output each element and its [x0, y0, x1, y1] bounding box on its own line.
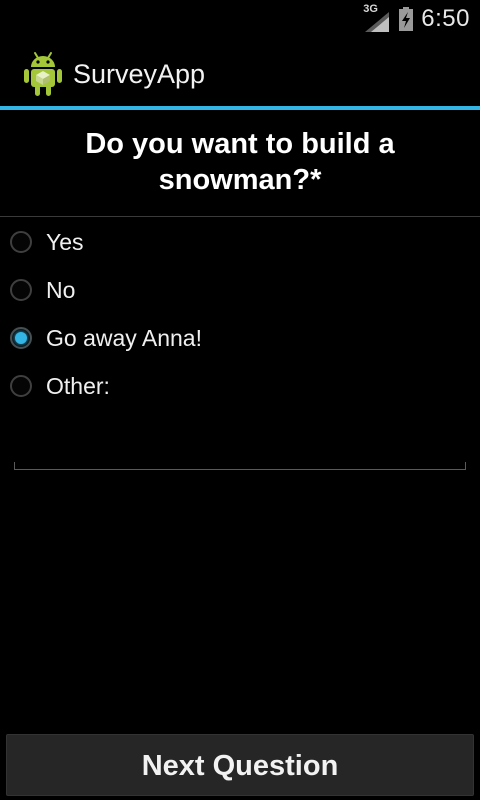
- radio-button[interactable]: [10, 279, 32, 301]
- option-label: Other:: [46, 372, 110, 399]
- option-label: No: [46, 276, 76, 303]
- input-edge-right: [465, 462, 466, 470]
- radio-button-selected[interactable]: [10, 327, 32, 349]
- radio-button[interactable]: [10, 231, 32, 253]
- option-yes[interactable]: Yes: [10, 222, 470, 262]
- option-label: Go away Anna!: [46, 324, 202, 351]
- action-bar: SurveyApp: [0, 38, 480, 106]
- survey-screen: 3G 6:50 SurveyApp Do you want to build a…: [0, 0, 480, 800]
- option-no[interactable]: No: [10, 270, 470, 310]
- option-other[interactable]: Other:: [10, 366, 470, 406]
- signal-icon: [365, 12, 390, 32]
- question-divider: [0, 216, 480, 217]
- radio-selected-dot: [15, 332, 27, 344]
- radio-button[interactable]: [10, 375, 32, 397]
- app-title: SurveyApp: [73, 59, 206, 89]
- next-question-button[interactable]: Next Question: [6, 734, 474, 796]
- option-label: Yes: [46, 228, 84, 255]
- option-go-away-anna[interactable]: Go away Anna!: [10, 318, 470, 358]
- battery-icon: [399, 7, 414, 31]
- clock: 6:50: [421, 5, 470, 32]
- question-text: Do you want to build a snowman?*: [85, 128, 395, 196]
- status-bar: 3G 6:50: [0, 0, 480, 38]
- signal-indicator: 3G: [363, 3, 391, 32]
- input-edge-left: [14, 462, 15, 470]
- action-bar-divider: [0, 106, 480, 110]
- other-text-field[interactable]: [14, 418, 466, 470]
- android-icon: [24, 52, 62, 96]
- status-icons: 3G 6:50: [363, 3, 470, 34]
